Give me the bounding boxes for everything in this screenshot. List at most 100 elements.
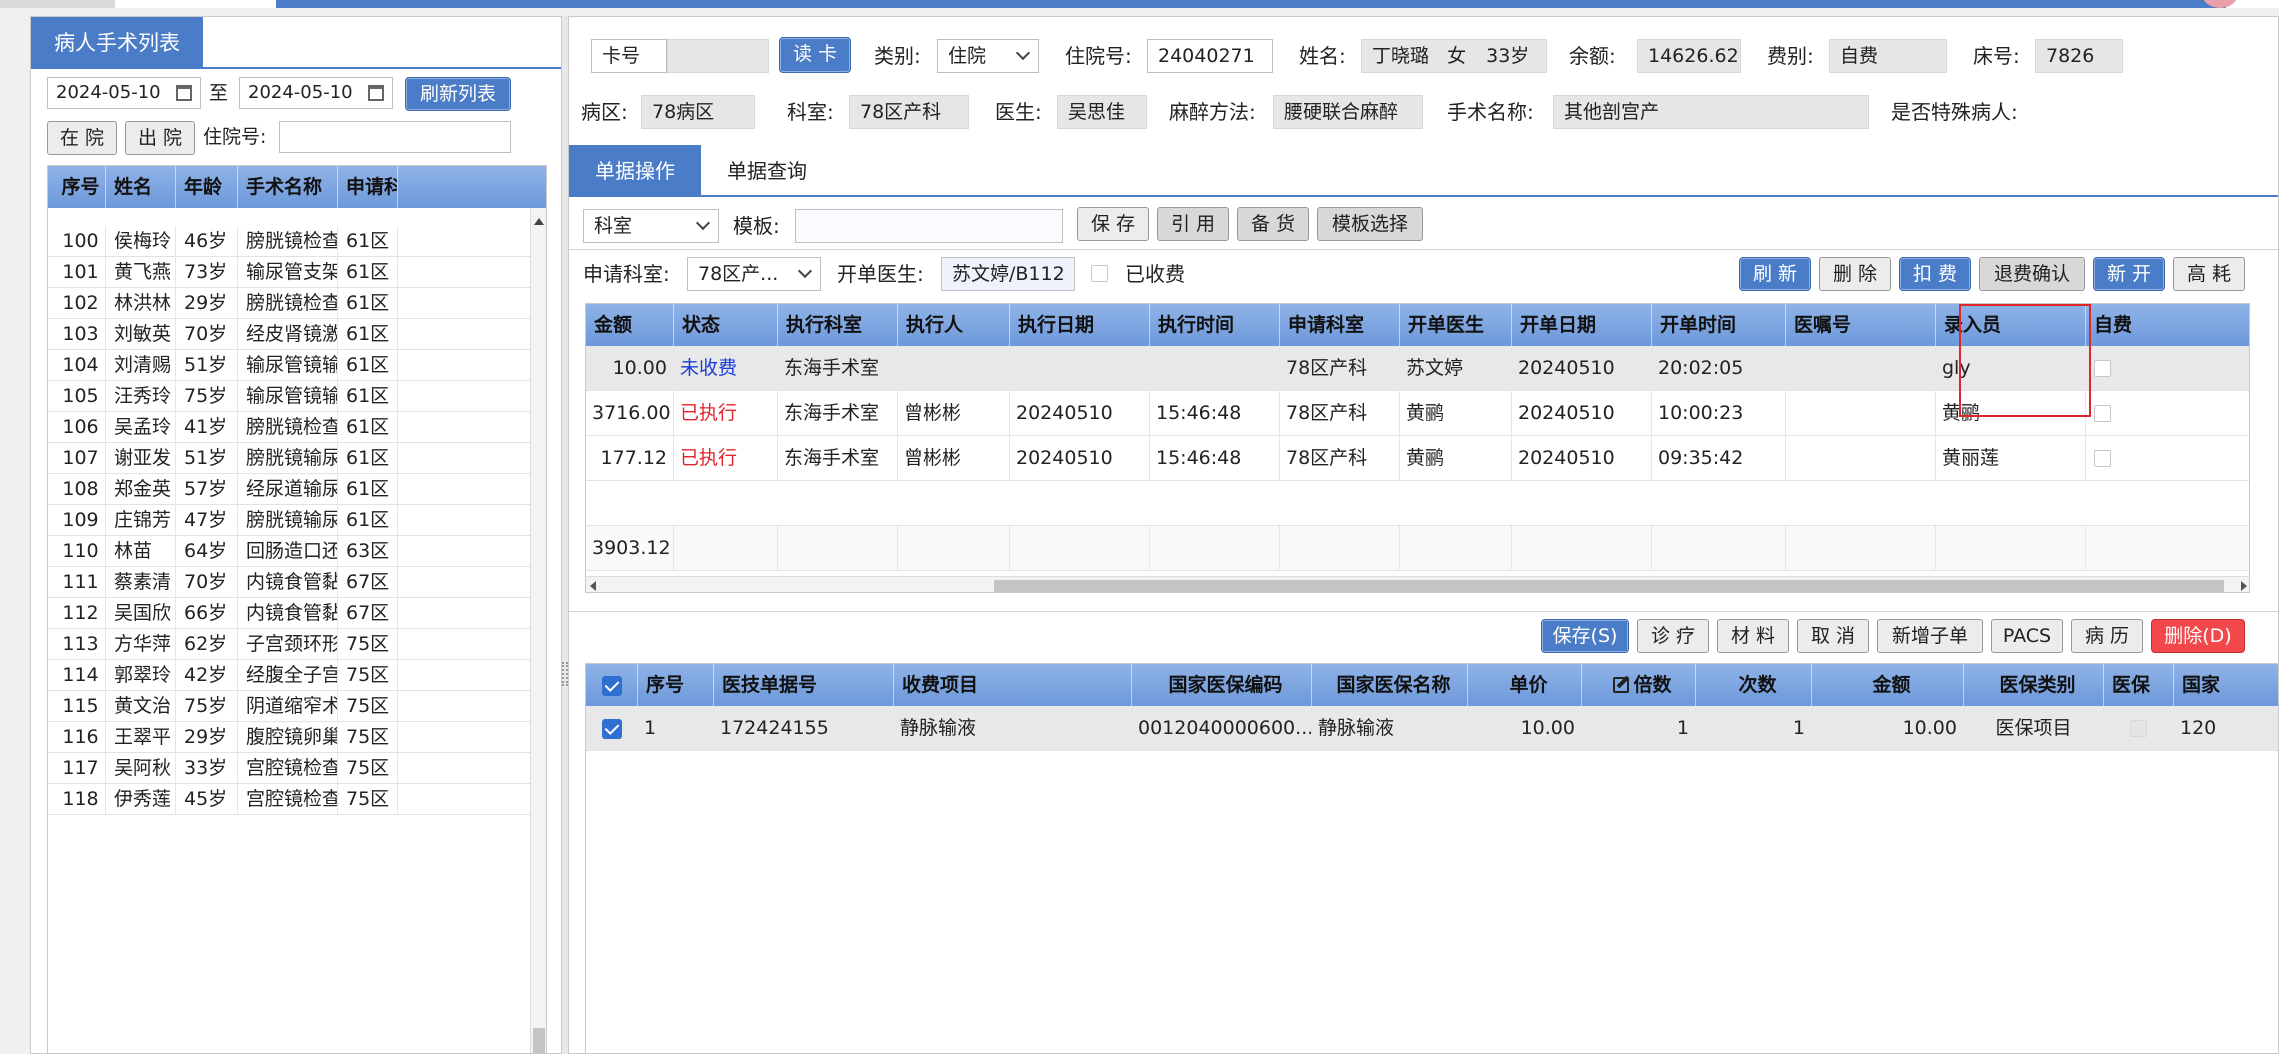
table-row[interactable]: 177.12 已执行 东海手术室 曾彬彬 20240510 15:46:48 78区产科 黄鹂… — [586, 436, 2249, 481]
top-tab-active[interactable] — [276, 0, 2226, 8]
read-card-button[interactable]: 读 卡 — [779, 37, 851, 73]
self-pay-checkbox[interactable] — [2094, 405, 2111, 422]
column-header[interactable]: 执行时间 — [1150, 304, 1280, 346]
in-hospital-button[interactable]: 在 院 — [47, 121, 117, 155]
column-header[interactable]: 医保 — [2104, 664, 2174, 706]
column-header[interactable]: 手术名称 — [238, 166, 338, 208]
charged-checkbox[interactable] — [1091, 265, 1108, 282]
date-from-input[interactable]: 2024-05-10 — [47, 77, 201, 109]
column-header[interactable]: 金额 — [1812, 664, 1964, 706]
select-all-checkbox[interactable] — [602, 675, 622, 696]
column-header[interactable]: 次数 — [1696, 664, 1812, 706]
self-pay-checkbox[interactable] — [2094, 450, 2111, 467]
calendar-icon[interactable] — [368, 85, 384, 101]
column-header[interactable]: 收费项目 — [894, 664, 1132, 706]
self-pay-checkbox[interactable] — [2094, 360, 2111, 377]
order-doctor-field[interactable]: 苏文婷/B112 — [941, 257, 1075, 291]
diagnosis-treatment-button[interactable]: 诊 疗 — [1637, 619, 1709, 653]
column-header[interactable]: 开单日期 — [1512, 304, 1652, 346]
table-row[interactable]: 106 吴孟玲 41岁 膀胱镜检查 61区 — [48, 412, 532, 443]
table-row[interactable]: 104刘清赐51岁输尿管镜输...61区 — [48, 350, 532, 381]
table-row[interactable]: 1 172424155 静脉输液 0012040000600... 静脉输液 10.00 1… — [586, 706, 2278, 751]
column-header[interactable]: 姓名 — [106, 166, 176, 208]
tab-order-query[interactable]: 单据查询 — [701, 145, 833, 197]
column-header[interactable]: 金额 — [586, 304, 674, 346]
table-cell[interactable] — [2086, 436, 2249, 481]
table-cell[interactable] — [2086, 346, 2249, 391]
patient-grid-scrollbar[interactable] — [530, 208, 546, 1053]
admission-field[interactable]: 24040271 — [1147, 39, 1273, 73]
column-header[interactable]: 序号 — [48, 166, 106, 208]
scroll-thumb[interactable] — [994, 580, 2224, 592]
card-number-field[interactable] — [667, 39, 769, 73]
column-header[interactable]: 开单时间 — [1652, 304, 1786, 346]
table-row[interactable]: 118 伊秀莲 45岁 宫腔镜检查 75区 — [48, 784, 532, 815]
orders-grid-hscrollbar[interactable] — [586, 576, 2249, 592]
admission-no-input[interactable] — [279, 121, 511, 153]
column-header[interactable]: 自费 — [2086, 304, 2249, 346]
scroll-left-icon[interactable] — [590, 581, 596, 591]
category-select[interactable]: 住院 — [937, 39, 1039, 73]
column-header[interactable]: 执行日期 — [1010, 304, 1150, 346]
material-button[interactable]: 材 料 — [1717, 619, 1789, 653]
date-to-input[interactable]: 2024-05-10 — [239, 77, 393, 109]
column-header[interactable]: 状态 — [674, 304, 778, 346]
column-header[interactable]: 开单医生 — [1400, 304, 1512, 346]
table-row[interactable]: 111蔡素清70岁内镜食管黏...67区 — [48, 567, 532, 598]
req-dept-select[interactable]: 78区产... — [687, 257, 821, 291]
row-checkbox[interactable] — [602, 718, 622, 739]
table-row[interactable]: 112吴国欣66岁内镜食管黏...67区 — [48, 598, 532, 629]
table-row[interactable]: 109庄锦芳47岁膀胱镜输尿...61区 — [48, 505, 532, 536]
dept-filter-select[interactable]: 科室 — [583, 209, 719, 243]
table-row[interactable]: 116王翠平29岁腹腔镜卵巢...75区 — [48, 722, 532, 753]
row-select-cell[interactable] — [586, 706, 638, 751]
refresh-list-button[interactable]: 刷新列表 — [405, 77, 511, 111]
delete-order-button[interactable]: 删 除 — [1819, 257, 1891, 291]
table-row[interactable]: 108郑金英57岁经尿道输尿...61区 — [48, 474, 532, 505]
new-order-button[interactable]: 新 开 — [2093, 257, 2165, 291]
column-header[interactable]: 年龄 — [176, 166, 238, 208]
tab-order-operation[interactable]: 单据操作 — [569, 145, 701, 197]
cancel-button[interactable]: 取 消 — [1797, 619, 1869, 653]
deduct-fee-button[interactable]: 扣 费 — [1899, 257, 1971, 291]
table-row[interactable]: 103刘敏英70岁经皮肾镜激...61区 — [48, 319, 532, 350]
refresh-button[interactable]: 刷 新 — [1739, 257, 1811, 291]
calendar-icon[interactable] — [176, 85, 192, 101]
column-header[interactable]: 国家 — [2174, 664, 2278, 706]
template-select-button[interactable]: 模板选择 — [1317, 207, 1423, 241]
column-header[interactable]: 申请科 — [338, 166, 398, 208]
column-header[interactable]: 执行人 — [898, 304, 1010, 346]
table-row[interactable]: 101黄飞燕73岁输尿管支架...61区 — [48, 257, 532, 288]
select-all-header[interactable] — [586, 664, 638, 706]
column-header[interactable]: 执行科室 — [778, 304, 898, 346]
table-row[interactable]: 102 林洪林 29岁 膀胱镜检查 61区 — [48, 288, 532, 319]
column-header[interactable]: 序号 — [638, 664, 714, 706]
column-header[interactable]: 申请科室 — [1280, 304, 1400, 346]
save-template-button[interactable]: 保 存 — [1077, 207, 1149, 241]
table-row[interactable]: 114郭翠玲42岁经腹全子宫...75区 — [48, 660, 532, 691]
column-header[interactable]: 医嘱号 — [1786, 304, 1936, 346]
cite-button[interactable]: 引 用 — [1157, 207, 1229, 241]
table-row[interactable]: 115 黄文治 75岁 阴道缩窄术 75区 — [48, 691, 532, 722]
column-header[interactable]: 国家医保编码 — [1132, 664, 1312, 706]
insurance-checkbox[interactable] — [2130, 720, 2147, 737]
out-hospital-button[interactable]: 出 院 — [125, 121, 195, 155]
column-header[interactable]: 倍数 — [1582, 664, 1696, 706]
template-input[interactable] — [795, 209, 1063, 243]
table-row[interactable]: 107谢亚发51岁膀胱镜输尿...61区 — [48, 443, 532, 474]
table-row[interactable]: 100 侯梅玲 46岁 膀胱镜检查 61区 — [48, 226, 532, 257]
column-header[interactable]: 医保类别 — [1964, 664, 2104, 706]
add-sub-order-button[interactable]: 新增子单 — [1877, 619, 1983, 653]
stock-button[interactable]: 备 货 — [1237, 207, 1309, 241]
column-header[interactable]: 国家医保名称 — [1312, 664, 1468, 706]
save-items-button[interactable]: 保存(S) — [1541, 619, 1629, 653]
column-header[interactable]: 医技单据号 — [714, 664, 894, 706]
scroll-thumb[interactable] — [533, 1028, 545, 1053]
table-row[interactable]: 117 吴阿秋 33岁 宫腔镜检查 75区 — [48, 753, 532, 784]
table-row[interactable]: 110林苗64岁回肠造口还...63区 — [48, 536, 532, 567]
scroll-right-icon[interactable] — [2241, 581, 2247, 591]
table-row[interactable]: 105汪秀玲75岁输尿管镜输...61区 — [48, 381, 532, 412]
high-consumable-button[interactable]: 高 耗 — [2173, 257, 2245, 291]
medical-record-button[interactable]: 病 历 — [2071, 619, 2143, 653]
top-tab-inactive[interactable] — [0, 0, 115, 8]
